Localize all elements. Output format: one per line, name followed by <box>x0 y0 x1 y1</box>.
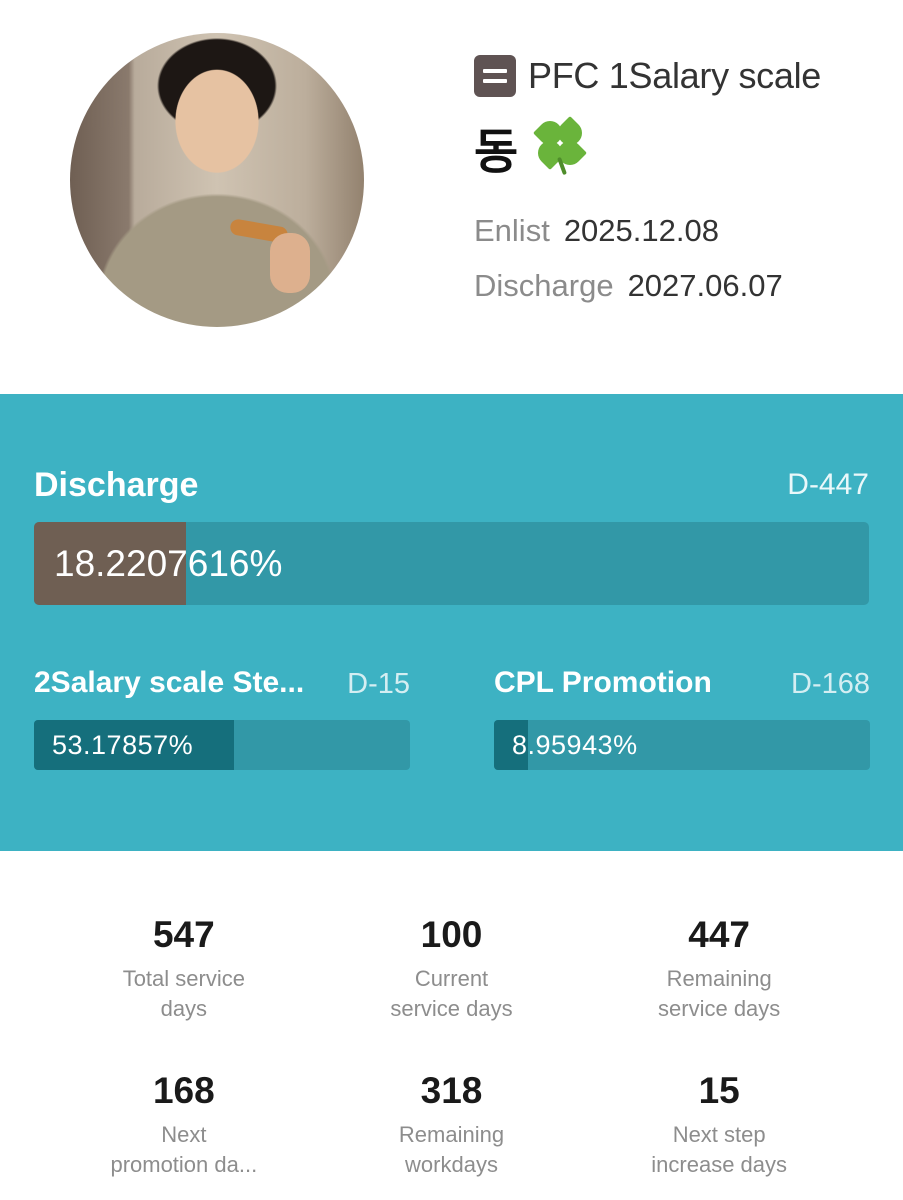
stat-label: Current service days <box>390 966 513 1021</box>
stat-label: Remaining service days <box>658 966 781 1021</box>
stat-next-promotion-days: 168 Next promotion da... <box>50 1066 318 1180</box>
stat-value: 447 <box>688 914 751 955</box>
stat-remaining-service-days: 447 Remaining service days <box>585 910 853 1024</box>
stat-total-service-days: 547 Total service days <box>50 910 318 1024</box>
rank-row: PFC 1Salary scale <box>474 55 821 97</box>
discharge-dday: D-447 <box>787 468 869 501</box>
stats-grid: 547 Total service days 100 Current servi… <box>50 910 853 1180</box>
stat-value: 168 <box>152 1070 215 1111</box>
stat-value: 100 <box>420 914 483 955</box>
stat-value: 318 <box>420 1070 483 1111</box>
step-progress-percent: 53.17857% <box>52 730 194 760</box>
stat-next-step-increase-days: 15 Next step increase days <box>585 1066 853 1180</box>
stat-label: Next promotion da... <box>110 1122 258 1177</box>
user-name: 동 <box>474 124 519 180</box>
avatar[interactable] <box>70 33 364 327</box>
step-progress-bar: 53.17857% <box>34 720 410 770</box>
stat-value: 15 <box>698 1070 740 1111</box>
stat-label: Total service days <box>122 966 245 1021</box>
name-row: 동 <box>474 112 590 182</box>
promotion-progress-percent: 8.95943% <box>512 730 638 760</box>
promotion-progress-bar: 8.95943% <box>494 720 870 770</box>
promotion-progress-title: CPL Promotion <box>494 666 712 699</box>
discharge-date: 2027.06.07 <box>627 268 783 303</box>
profile-header: PFC 1Salary scale 동 Enlist 2025.12.08 Di… <box>0 0 903 394</box>
discharge-progress-percent: 18.2207616% <box>54 543 283 584</box>
progress-panel: Discharge D-447 18.2207616% 2Salary scal… <box>0 394 903 851</box>
stat-label: Next step increase days <box>651 1122 788 1177</box>
rank-label: PFC 1Salary scale <box>528 55 822 96</box>
step-progress-title: 2Salary scale Ste... <box>34 666 305 699</box>
enlist-date-row: Enlist 2025.12.08 <box>474 213 719 249</box>
step-dday: D-15 <box>347 668 410 700</box>
rank-insignia-icon <box>474 55 516 97</box>
clover-icon <box>530 116 590 177</box>
stat-value: 547 <box>152 914 215 955</box>
enlist-label: Enlist <box>474 213 550 248</box>
stat-remaining-workdays: 318 Remaining workdays <box>318 1066 586 1180</box>
promotion-dday: D-168 <box>791 668 870 700</box>
avatar-photo-detail <box>270 233 310 293</box>
stat-label: Remaining workdays <box>398 1122 505 1177</box>
enlist-date: 2025.12.08 <box>563 213 719 248</box>
discharge-label: Discharge <box>474 268 614 303</box>
discharge-progress-title: Discharge <box>34 466 199 504</box>
stat-current-service-days: 100 Current service days <box>318 910 586 1024</box>
discharge-progress-bar[interactable]: 18.2207616% <box>34 522 869 605</box>
discharge-date-row: Discharge 2027.06.07 <box>474 268 783 304</box>
